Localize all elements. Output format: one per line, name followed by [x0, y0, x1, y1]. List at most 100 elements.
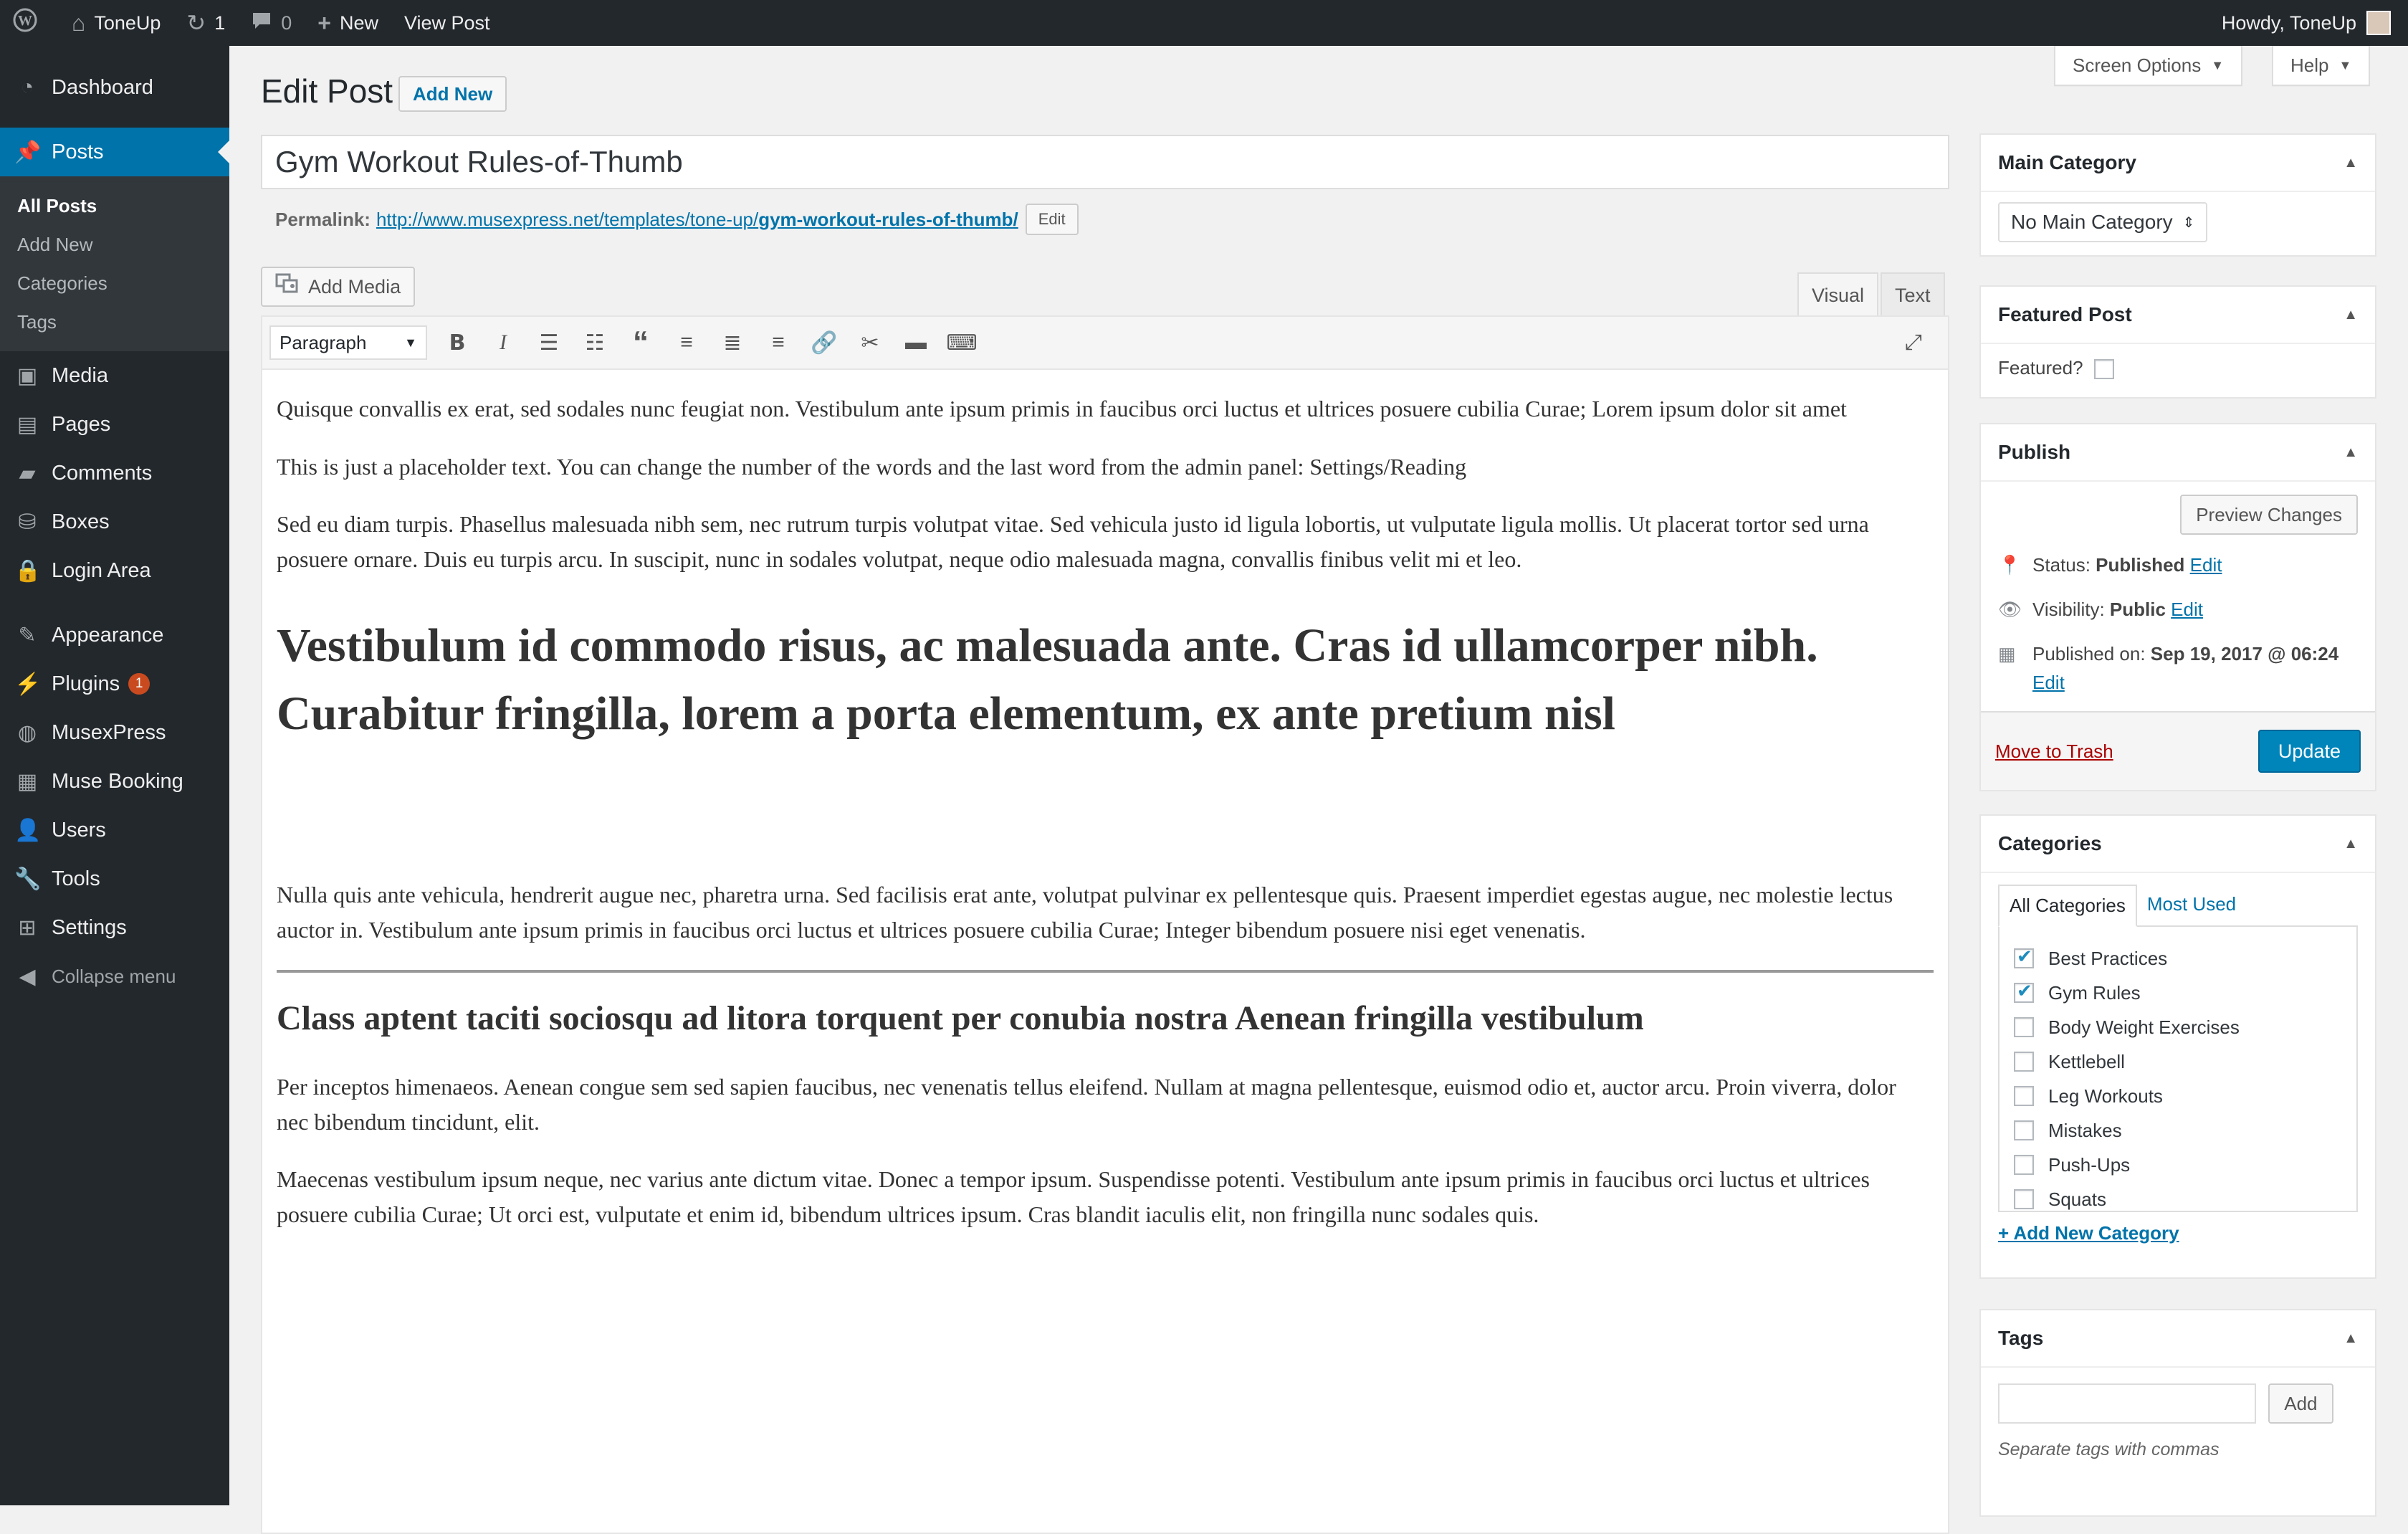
add-new-category-link[interactable]: + Add New Category: [1998, 1222, 2179, 1244]
submenu-categories[interactable]: Categories: [0, 264, 229, 302]
comments-link[interactable]: 0: [238, 0, 305, 46]
category-checkbox[interactable]: [2014, 1086, 2034, 1106]
submenu-add-new[interactable]: Add New: [0, 225, 229, 264]
align-right-button[interactable]: ≡: [755, 323, 801, 363]
add-media-button[interactable]: Add Media: [261, 267, 416, 307]
insert-link-button[interactable]: 🔗: [801, 323, 847, 363]
collapse-caret-icon[interactable]: ▲: [2344, 836, 2358, 852]
category-item[interactable]: Kettlebell: [2014, 1044, 2342, 1079]
format-select[interactable]: Paragraph ▼: [269, 325, 427, 360]
move-to-trash-link[interactable]: Move to Trash: [1995, 740, 2113, 763]
menu-pages[interactable]: ▤ Pages: [0, 400, 229, 449]
category-checkbox[interactable]: [2014, 1189, 2034, 1209]
tab-all-categories[interactable]: All Categories: [1998, 885, 2137, 927]
my-account-link[interactable]: Howdy, ToneUp: [2222, 11, 2408, 35]
tab-text[interactable]: Text: [1881, 272, 1945, 317]
menu-tools[interactable]: 🔧 Tools: [0, 854, 229, 903]
fullscreen-button[interactable]: ⤢: [1891, 323, 1936, 363]
collapse-caret-icon[interactable]: ▲: [2344, 444, 2358, 461]
help-button[interactable]: Help ▼: [2272, 46, 2371, 86]
add-new-post-button[interactable]: Add New: [398, 76, 507, 112]
toolbar-toggle-button[interactable]: ⌨: [939, 323, 985, 363]
category-checkbox[interactable]: [2014, 1120, 2034, 1140]
category-checkbox[interactable]: [2014, 945, 2034, 968]
featured-checkbox[interactable]: [2093, 359, 2114, 380]
menu-login-area[interactable]: 🔒 Login Area: [0, 546, 229, 595]
category-checkbox[interactable]: [2014, 1017, 2034, 1037]
align-center-button[interactable]: ≣: [710, 323, 755, 363]
tab-most-used[interactable]: Most Used: [2137, 885, 2246, 925]
update-button[interactable]: Update: [2258, 730, 2361, 773]
category-item[interactable]: Body Weight Exercises: [2014, 1010, 2342, 1044]
submenu-all-posts[interactable]: All Posts: [0, 186, 229, 225]
category-item[interactable]: Gym Rules: [2014, 976, 2342, 1010]
tags-header[interactable]: Tags ▲: [1981, 1310, 2375, 1368]
category-item[interactable]: Mistakes: [2014, 1113, 2342, 1148]
bullet-list-button[interactable]: ☰: [526, 323, 572, 363]
screen-options-button[interactable]: Screen Options ▼: [2054, 46, 2243, 86]
add-tag-button[interactable]: Add: [2268, 1383, 2333, 1424]
main-category-header[interactable]: Main Category ▲: [1981, 135, 2375, 192]
numbered-list-button[interactable]: ☷: [572, 323, 618, 363]
submenu-tags[interactable]: Tags: [0, 302, 229, 341]
new-content-link[interactable]: + New: [305, 0, 391, 46]
view-post-link[interactable]: View Post: [391, 0, 503, 46]
category-checkbox[interactable]: [2014, 1052, 2034, 1072]
post-title-input[interactable]: Gym Workout Rules-of-Thumb: [261, 135, 1949, 189]
collapse-caret-icon[interactable]: ▲: [2344, 155, 2358, 171]
preview-changes-button[interactable]: Preview Changes: [2180, 495, 2358, 535]
publish-header[interactable]: Publish ▲: [1981, 424, 2375, 482]
collapse-caret-icon[interactable]: ▲: [2344, 1330, 2358, 1347]
featured-post-box: Featured Post ▲ Featured?: [1979, 285, 2376, 399]
remove-link-button[interactable]: ✂: [847, 323, 893, 363]
new-tag-input[interactable]: [1998, 1383, 2256, 1424]
menu-appearance[interactable]: ✎ Appearance: [0, 611, 229, 659]
editor-content[interactable]: Quisque convallis ex erat, sed sodales n…: [262, 370, 1948, 1277]
category-checkbox[interactable]: [2014, 1155, 2034, 1175]
menu-comments[interactable]: ▰ Comments: [0, 449, 229, 497]
site-name-link[interactable]: ⌂ ToneUp: [59, 0, 173, 46]
category-item[interactable]: Squats: [2014, 1182, 2342, 1211]
blockquote-button[interactable]: “: [618, 323, 664, 363]
category-checkbox[interactable]: [2014, 980, 2034, 1003]
category-name: Best Practices: [2048, 947, 2168, 969]
collapse-arrow-icon: ◀: [19, 964, 36, 988]
caret-down-icon: ▼: [2338, 57, 2352, 72]
category-checklist[interactable]: Best Practices Gym Rules Body Weight Exe…: [1998, 925, 2358, 1212]
home-icon: ⌂: [72, 9, 86, 36]
publish-inside: Preview Changes 📍 Status: Published Edit…: [1981, 482, 2375, 727]
featured-post-header[interactable]: Featured Post ▲: [1981, 287, 2375, 344]
permalink-link[interactable]: http://www.musexpress.net/templates/tone…: [376, 209, 1018, 231]
category-item[interactable]: Leg Workouts: [2014, 1079, 2342, 1113]
collapse-menu-button[interactable]: ◀ Collapse menu: [0, 952, 229, 1001]
menu-users[interactable]: 👤 Users: [0, 806, 229, 854]
collapse-caret-icon[interactable]: ▲: [2344, 307, 2358, 323]
status-edit-link[interactable]: Edit: [2190, 554, 2222, 576]
menu-posts[interactable]: 📌 Posts: [0, 128, 229, 176]
visibility-edit-link[interactable]: Edit: [2171, 599, 2203, 620]
updates-link[interactable]: ↻ 1: [173, 0, 238, 46]
wordpress-logo-button[interactable]: W: [0, 0, 59, 46]
published-edit-link[interactable]: Edit: [2032, 672, 2065, 693]
menu-settings[interactable]: ⊞ Settings: [0, 903, 229, 952]
menu-boxes[interactable]: ⛁ Boxes: [0, 497, 229, 546]
main-category-select[interactable]: No Main Category ⇕: [1998, 202, 2208, 242]
content-paragraph: This is just a placeholder text. You can…: [277, 453, 1467, 480]
menu-musexpress[interactable]: ◍ MusexPress: [0, 708, 229, 757]
align-left-button[interactable]: ≡: [664, 323, 710, 363]
permalink-edit-button[interactable]: Edit: [1025, 204, 1079, 235]
tab-visual[interactable]: Visual: [1797, 272, 1879, 317]
bold-button[interactable]: B: [434, 323, 480, 363]
categories-header[interactable]: Categories ▲: [1981, 816, 2375, 873]
italic-button[interactable]: I: [480, 323, 526, 363]
category-item[interactable]: Push-Ups: [2014, 1148, 2342, 1182]
menu-media[interactable]: ▣ Media: [0, 351, 229, 400]
menu-dashboard[interactable]: ◔ Dashboard: [0, 63, 229, 112]
menu-muse-booking-label: Muse Booking: [52, 769, 183, 793]
help-label: Help: [2290, 54, 2329, 76]
menu-muse-booking[interactable]: ▦ Muse Booking: [0, 757, 229, 806]
read-more-button[interactable]: ▬: [893, 323, 939, 363]
category-name: Push-Ups: [2048, 1153, 2131, 1176]
category-item[interactable]: Best Practices: [2014, 941, 2342, 976]
menu-plugins[interactable]: ⚡ Plugins 1: [0, 659, 229, 708]
